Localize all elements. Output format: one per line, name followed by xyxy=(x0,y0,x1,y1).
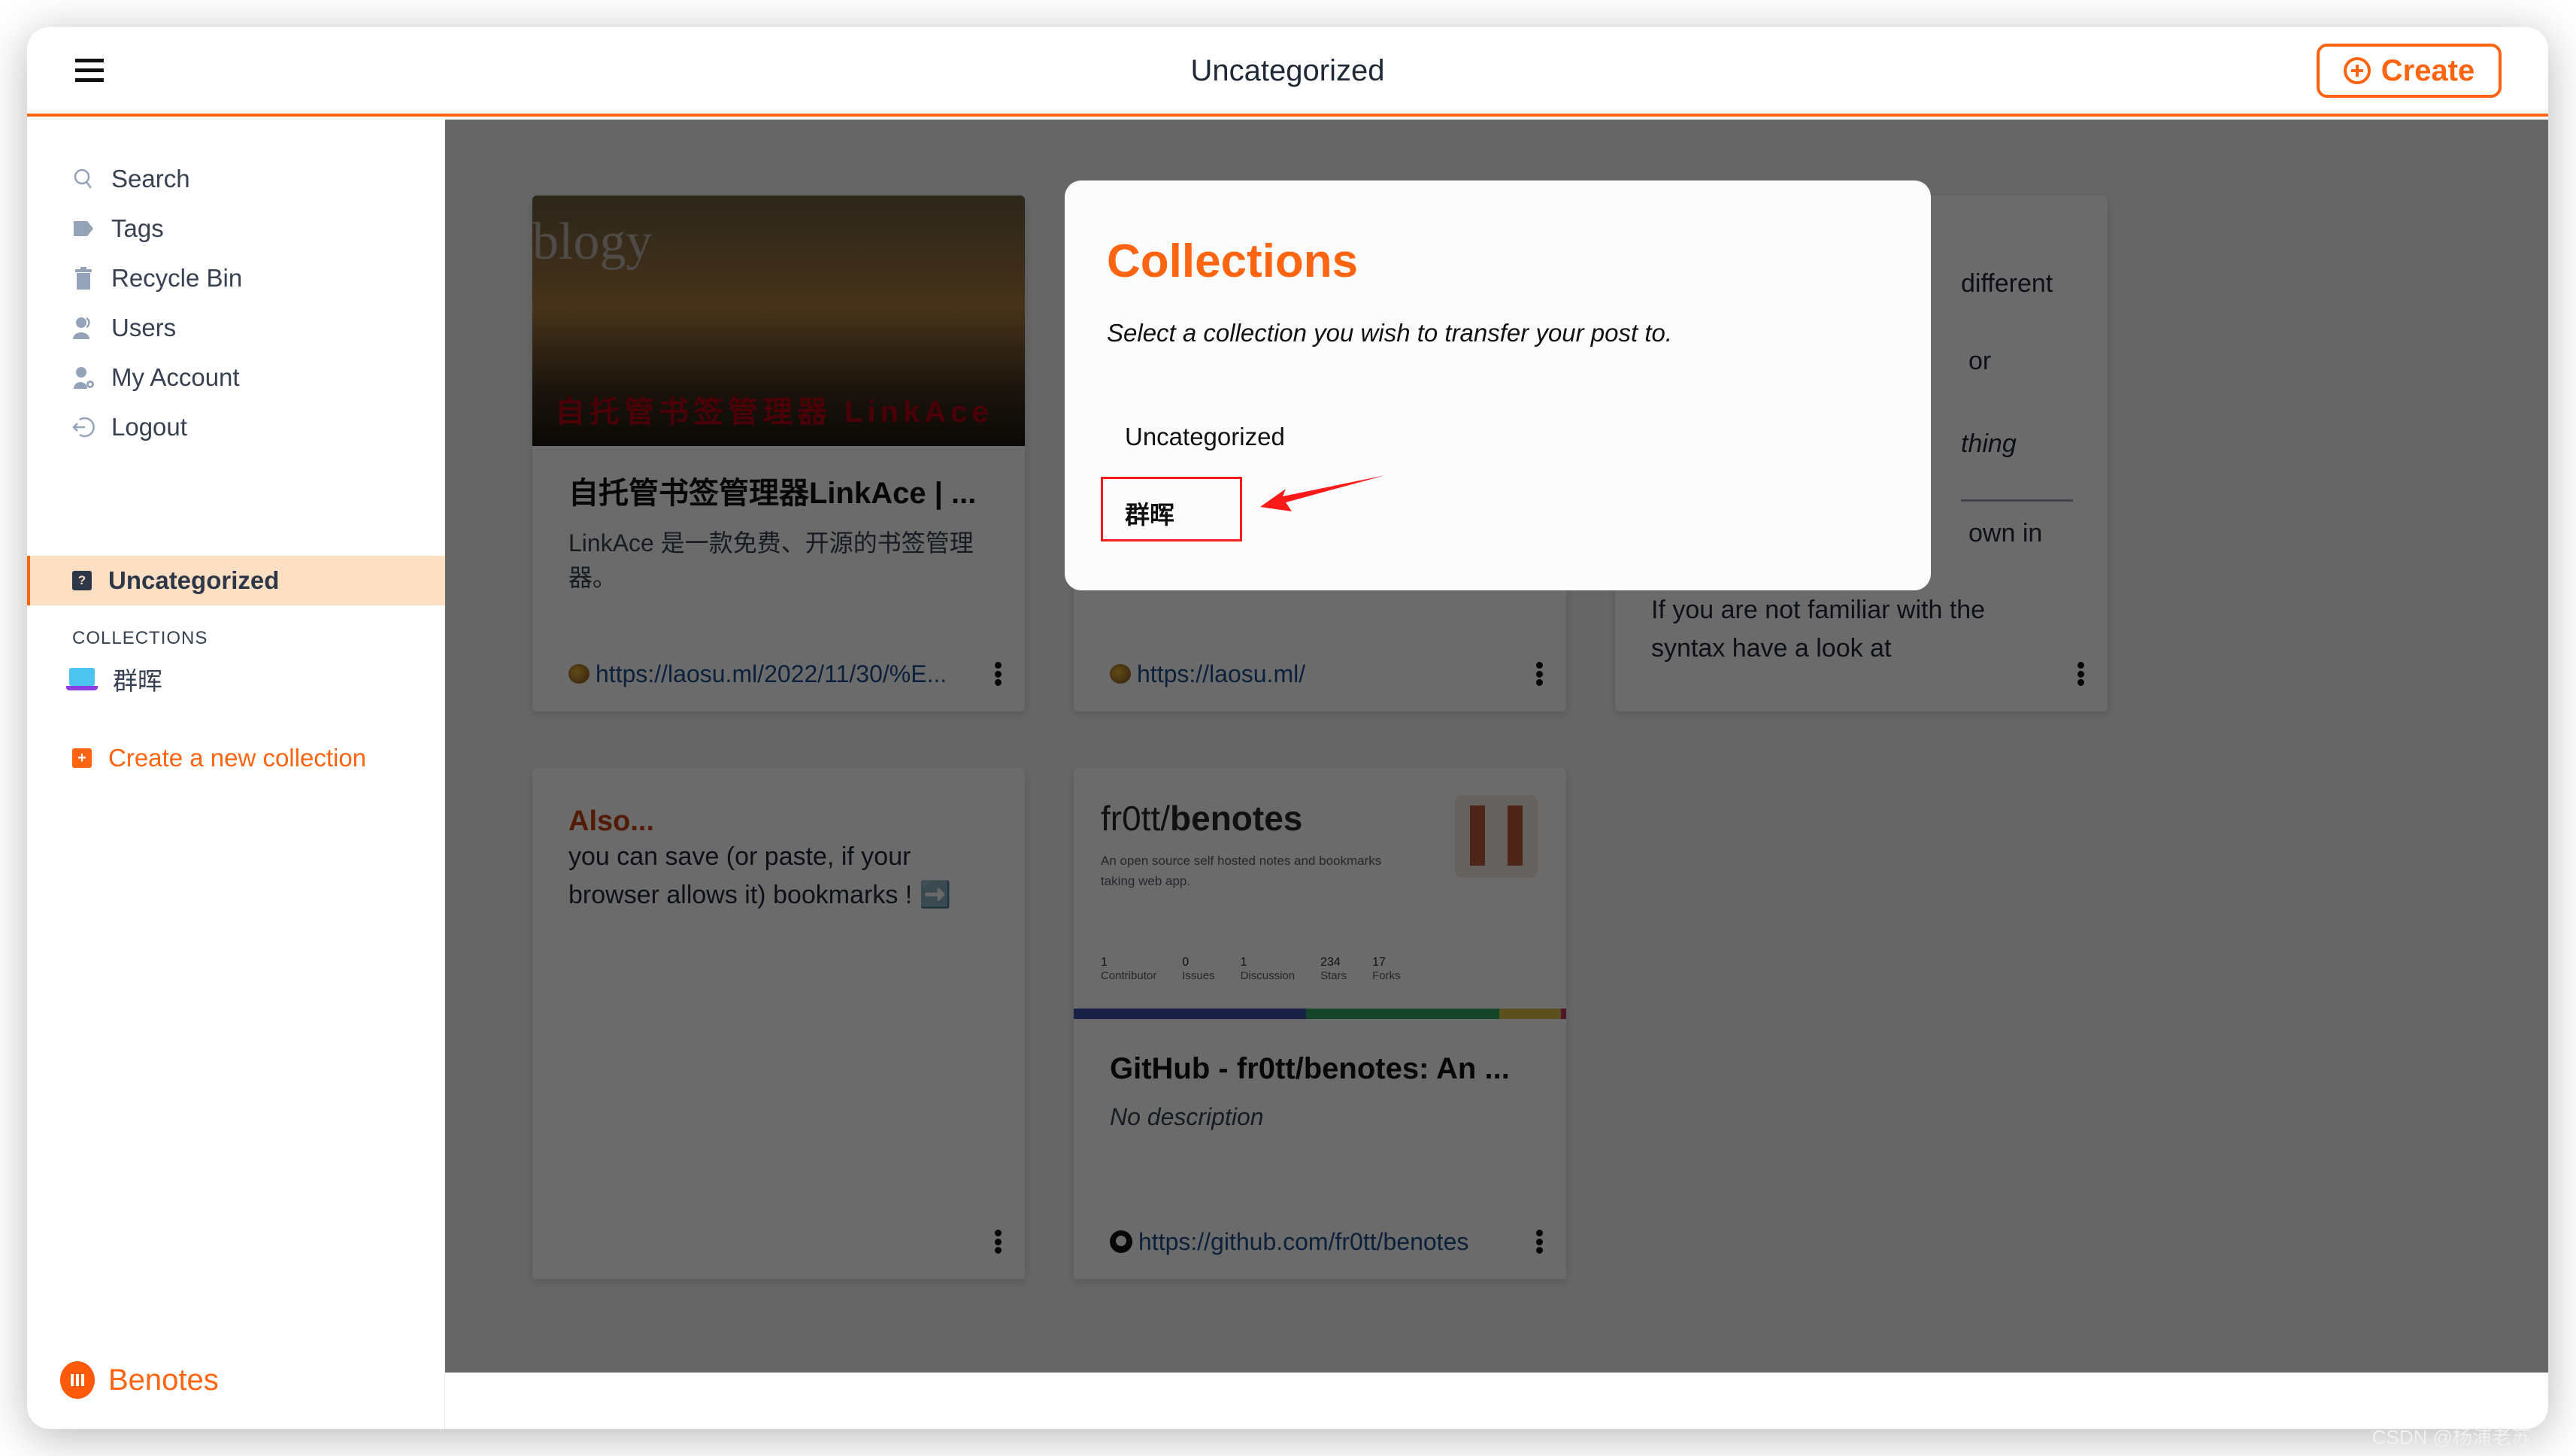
sidebar-item-label: My Account xyxy=(111,363,240,391)
folder-question-icon: ? xyxy=(72,571,92,590)
sidebar-collection-item[interactable]: 群晖 xyxy=(66,661,162,697)
collections-modal: Collections Select a collection you wish… xyxy=(1065,180,1931,590)
create-button-label: Create xyxy=(2381,53,2475,87)
tag-icon xyxy=(72,217,95,240)
create-button[interactable]: Create xyxy=(2317,44,2502,98)
sidebar-item-search[interactable]: Search xyxy=(72,160,190,198)
modal-title: Collections xyxy=(1107,235,1359,287)
sidebar-item-my-account[interactable]: My Account xyxy=(72,359,240,396)
page-title: Uncategorized xyxy=(1190,54,1385,87)
sidebar-item-tags[interactable]: Tags xyxy=(72,210,164,247)
app-window: Uncategorized Create Search Tags Recycle… xyxy=(27,27,2548,1429)
folder-plus-icon: + xyxy=(72,748,92,768)
annotation-highlight-box xyxy=(1101,477,1242,541)
sidebar-item-recycle-bin[interactable]: Recycle Bin xyxy=(72,259,242,297)
sidebar-item-uncategorized[interactable]: ? Uncategorized xyxy=(27,556,445,605)
create-collection-label: Create a new collection xyxy=(108,744,367,772)
watermark: CSDN @杨浦老苏 xyxy=(2371,1426,2531,1448)
plus-circle-icon xyxy=(2343,57,2371,84)
sidebar-item-label: Logout xyxy=(111,413,187,441)
sidebar-item-label: Users xyxy=(111,314,177,341)
laptop-icon xyxy=(66,668,98,690)
trash-icon xyxy=(72,267,95,290)
sidebar: Search Tags Recycle Bin Users My Account xyxy=(27,120,445,1429)
brand-name: Benotes xyxy=(108,1363,219,1397)
collection-option-uncategorized[interactable]: Uncategorized xyxy=(1125,423,1285,451)
sidebar-item-label: Tags xyxy=(111,214,164,242)
benotes-logo-icon xyxy=(60,1361,95,1399)
sidebar-item-label: Search xyxy=(111,165,190,193)
sidebar-item-label: Uncategorized xyxy=(108,566,280,594)
top-header: Uncategorized Create xyxy=(27,27,2548,117)
sidebar-item-logout[interactable]: Logout xyxy=(72,408,187,446)
annotation-arrow-icon xyxy=(1260,475,1385,511)
user-cog-icon xyxy=(72,366,95,389)
collections-heading: COLLECTIONS xyxy=(72,628,208,648)
create-collection-link[interactable]: + Create a new collection xyxy=(72,744,366,772)
collection-label: 群晖 xyxy=(113,667,162,695)
logout-icon xyxy=(72,416,95,438)
sidebar-item-users[interactable]: Users xyxy=(72,309,176,347)
users-icon xyxy=(72,317,95,339)
search-icon xyxy=(72,168,95,190)
modal-subtitle: Select a collection you wish to transfer… xyxy=(1107,319,1673,347)
brand[interactable]: Benotes xyxy=(60,1361,219,1399)
sidebar-item-label: Recycle Bin xyxy=(111,264,243,292)
